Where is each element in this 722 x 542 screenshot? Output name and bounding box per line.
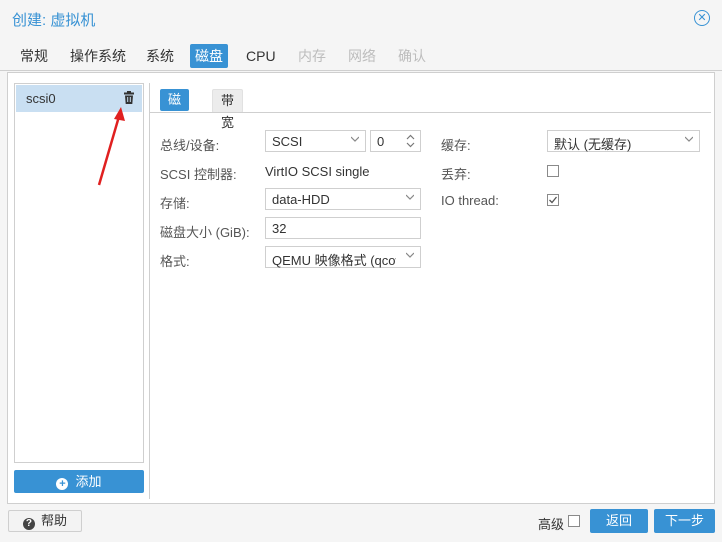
cache-label: 缓存: [441, 138, 471, 153]
chevron-down-icon [406, 252, 414, 258]
add-disk-button[interactable]: + 添加 [14, 470, 144, 493]
discard-checkbox[interactable] [547, 165, 559, 177]
storage-label: 存储: [160, 196, 190, 211]
wizard-tabs: 常规 操作系统 系统 磁盘 CPU 内存 网络 确认 [0, 40, 722, 71]
scsi-controller-label: SCSI 控制器: [160, 167, 237, 182]
close-icon[interactable]: ✕ [694, 10, 710, 26]
disk-size-value: 32 [272, 221, 287, 236]
chevron-down-icon [406, 194, 414, 200]
spinner-arrows-icon[interactable] [406, 134, 415, 148]
device-number-value: 0 [377, 134, 385, 149]
back-button[interactable]: 返回 [590, 509, 648, 533]
checkmark-icon [549, 196, 558, 204]
disk-size-input[interactable]: 32 [265, 217, 421, 239]
format-label: 格式: [160, 254, 190, 269]
question-circle-icon: ? [22, 518, 35, 530]
storage-select-value: data-HDD [272, 192, 330, 207]
annotation-arrow [97, 107, 125, 186]
advanced-checkbox[interactable] [568, 515, 580, 527]
disk-item-label: scsi0 [26, 91, 56, 106]
cache-select-value: 默认 (无缓存) [554, 137, 632, 152]
disk-settings-panel: 磁盘 带宽 总线/设备: SCSI 0 SCSI 控制器: VirtIO SCS… [149, 83, 711, 499]
bus-device-label: 总线/设备: [160, 138, 220, 153]
scsi-controller-value: VirtIO SCSI single [265, 164, 370, 179]
bus-select[interactable]: SCSI [265, 130, 366, 152]
chevron-down-icon [351, 136, 359, 142]
subtab-divider [150, 112, 711, 113]
wizard-content: scsi0 + 添加 磁盘 带宽 总线/设备: SCSI 0 SCSI 控制器:… [7, 72, 715, 504]
tab-memory: 内存 [298, 48, 326, 64]
tab-confirm: 确认 [398, 48, 426, 64]
format-select-value: QEMU 映像格式 (qcow2) [272, 253, 396, 268]
chevron-down-icon [685, 136, 693, 142]
discard-label: 丢弃: [441, 167, 471, 182]
add-button-label: 添加 [75, 474, 102, 489]
format-select[interactable]: QEMU 映像格式 (qcow2) [265, 246, 421, 268]
io-thread-label: IO thread: [441, 193, 499, 208]
tab-network: 网络 [348, 48, 376, 64]
device-number-spinner[interactable]: 0 [370, 130, 421, 152]
create-vm-dialog: 创建: 虚拟机 ✕ 常规 操作系统 系统 磁盘 CPU 内存 网络 确认 scs… [0, 0, 722, 542]
title-bar: 创建: 虚拟机 ✕ [0, 0, 722, 38]
help-button[interactable]: ? 帮助 [8, 510, 82, 532]
tab-general[interactable]: 常规 [15, 44, 53, 68]
storage-select[interactable]: data-HDD [265, 188, 421, 210]
subtab-bandwidth[interactable]: 带宽 [212, 89, 244, 130]
disk-size-label: 磁盘大小 (GiB): [160, 225, 250, 240]
io-thread-checkbox[interactable] [547, 194, 559, 206]
dialog-footer: ? 帮助 高级 返回 下一步 [0, 507, 722, 542]
plus-circle-icon: + [56, 478, 69, 490]
next-button[interactable]: 下一步 [654, 509, 715, 533]
cache-select[interactable]: 默认 (无缓存) [547, 130, 700, 152]
bus-select-value: SCSI [272, 134, 303, 149]
help-button-label: 帮助 [40, 513, 67, 528]
tab-cpu[interactable]: CPU [241, 44, 281, 68]
advanced-label: 高级 [538, 517, 565, 532]
subtab-disk[interactable]: 磁盘 [160, 89, 190, 129]
tab-os[interactable]: 操作系统 [65, 44, 131, 68]
tab-disks[interactable]: 磁盘 [190, 44, 228, 68]
tab-system[interactable]: 系统 [141, 44, 179, 68]
dialog-title: 创建: 虚拟机 [12, 12, 96, 29]
